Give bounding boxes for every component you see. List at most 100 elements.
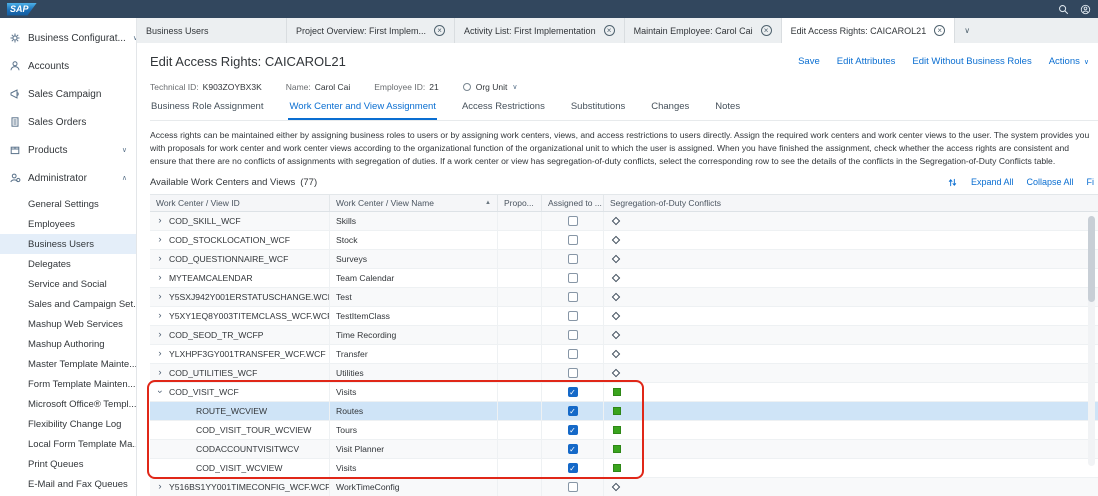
profile-icon[interactable] — [1080, 4, 1091, 15]
tab[interactable]: Project Overview: First Implem... × — [287, 18, 455, 43]
table-toolbar-link[interactable]: Expand All — [971, 177, 1014, 187]
table-row[interactable]: CODACCOUNTVISITWCV Visit Planner — [150, 440, 1098, 459]
tab[interactable]: Edit Access Rights: CAICAROL21 × — [782, 18, 956, 43]
header-action-button[interactable]: Save ∨ — [798, 56, 820, 67]
table-row[interactable]: MYTEAMCALENDAR Team Calendar — [150, 269, 1098, 288]
sidebar-subitem[interactable]: Master Template Mainte... — [0, 354, 136, 374]
close-icon[interactable]: × — [761, 25, 772, 36]
tab[interactable]: Maintain Employee: Carol Cai × — [625, 18, 782, 43]
table-row[interactable]: COD_STOCKLOCATION_WCF Stock — [150, 231, 1098, 250]
header-action-button[interactable]: Edit Without Business Roles ∨ — [912, 56, 1031, 67]
column-header[interactable]: Assigned to ... — [542, 195, 604, 211]
table-row[interactable]: COD_SKILL_WCF Skills — [150, 212, 1098, 231]
assigned-checkbox[interactable] — [568, 444, 578, 454]
table-toolbar-link[interactable]: Fi — [1087, 177, 1095, 187]
sidebar-subitem[interactable]: Form Template Mainten... — [0, 374, 136, 394]
sidebar-subitem[interactable]: Service and Social — [0, 274, 136, 294]
subtab[interactable]: Notes — [714, 101, 741, 120]
tab[interactable]: Business Users × — [137, 18, 287, 43]
table-row[interactable]: COD_VISIT_WCVIEW Visits — [150, 459, 1098, 478]
assigned-checkbox[interactable] — [568, 273, 578, 283]
scrollbar-thumb[interactable] — [1088, 216, 1095, 302]
sidebar-subitem[interactable]: General Settings — [0, 194, 136, 214]
expander-icon[interactable] — [156, 216, 164, 226]
close-icon[interactable]: × — [604, 25, 615, 36]
assigned-checkbox[interactable] — [568, 387, 578, 397]
header-action-button[interactable]: Edit Attributes ∨ — [837, 56, 896, 67]
assigned-checkbox[interactable] — [568, 311, 578, 321]
column-header[interactable]: Segregation-of-Duty Conflicts — [604, 195, 1098, 211]
table-header-row: Work Center / View ID Work Center / View… — [150, 194, 1098, 212]
sort-icon[interactable] — [947, 177, 958, 188]
tab-label: Maintain Employee: Carol Cai — [634, 26, 753, 36]
table-row[interactable]: Y516BS1YY001TIMECONFIG_WCF.WCF WorkTimeC… — [150, 478, 1098, 496]
table-row[interactable]: Y5SXJ942Y001ERSTATUSCHANGE.WCF Test — [150, 288, 1098, 307]
table-row[interactable]: ROUTE_WCVIEW Routes — [150, 402, 1098, 421]
expander-icon[interactable] — [156, 330, 164, 340]
sidebar-subitem[interactable]: Mashup Authoring — [0, 334, 136, 354]
expander-icon[interactable] — [156, 254, 164, 264]
expander-icon[interactable] — [156, 387, 164, 397]
close-icon[interactable]: × — [434, 25, 445, 36]
sidebar-item[interactable]: Sales Orders — [0, 108, 136, 136]
sidebar-subitem[interactable]: Business Users — [0, 234, 136, 254]
sidebar-subitem[interactable]: Print Queues — [0, 454, 136, 474]
sidebar-subitem[interactable]: Mashup Web Services — [0, 314, 136, 334]
table-toolbar-link[interactable]: Collapse All — [1026, 177, 1073, 187]
sidebar-item[interactable]: Sales Campaign — [0, 80, 136, 108]
subtab[interactable]: Work Center and View Assignment — [288, 101, 436, 120]
search-icon[interactable] — [1058, 4, 1069, 15]
assigned-checkbox[interactable] — [568, 216, 578, 226]
sidebar-subitem[interactable]: Microsoft Office® Templ... — [0, 394, 136, 414]
expander-icon[interactable] — [156, 273, 164, 283]
sidebar-subitem[interactable]: Delegates — [0, 254, 136, 274]
close-icon[interactable]: × — [934, 25, 945, 36]
table-row[interactable]: COD_UTILITIES_WCF Utilities — [150, 364, 1098, 383]
sidebar-subitem[interactable]: Employees — [0, 214, 136, 234]
table-scrollbar[interactable] — [1088, 216, 1095, 466]
table-row[interactable]: COD_VISIT_WCF Visits — [150, 383, 1098, 402]
assigned-checkbox[interactable] — [568, 330, 578, 340]
assigned-checkbox[interactable] — [568, 254, 578, 264]
sidebar-item[interactable]: Accounts — [0, 52, 136, 80]
table-row[interactable]: Y5XY1EQ8Y003TITEMCLASS_WCF.WCF TestItemC… — [150, 307, 1098, 326]
table-row[interactable]: COD_SEOD_TR_WCFP Time Recording — [150, 326, 1098, 345]
expander-icon[interactable] — [156, 368, 164, 378]
column-header[interactable]: Work Center / View Name — [330, 195, 498, 211]
assigned-checkbox[interactable] — [568, 349, 578, 359]
assigned-checkbox[interactable] — [568, 406, 578, 416]
sidebar-subitem[interactable]: Sales and Campaign Set... — [0, 294, 136, 314]
expander-icon[interactable] — [156, 311, 164, 321]
sidebar-subitem[interactable]: Flexibility Change Log — [0, 414, 136, 434]
assigned-checkbox[interactable] — [568, 463, 578, 473]
subtab[interactable]: Substitutions — [570, 101, 626, 120]
table-row[interactable]: COD_QUESTIONNAIRE_WCF Surveys — [150, 250, 1098, 269]
assigned-checkbox[interactable] — [568, 368, 578, 378]
sidebar-item[interactable]: Products — [0, 136, 136, 164]
sidebar-subitem[interactable]: Local Form Template Ma... — [0, 434, 136, 454]
work-center-view-name: Routes — [330, 402, 498, 420]
table-row[interactable]: YLXHPF3GY001TRANSFER_WCF.WCF Transfer — [150, 345, 1098, 364]
sidebar-subitem[interactable]: E-Mail and Fax Queues — [0, 474, 136, 494]
column-header[interactable]: Work Center / View ID — [150, 195, 330, 211]
sidebar-item[interactable]: Administrator — [0, 164, 136, 192]
header-action-button[interactable]: Actions ∨ — [1049, 56, 1089, 67]
column-header[interactable]: Propo... — [498, 195, 542, 211]
subtab[interactable]: Access Restrictions — [461, 101, 546, 120]
tab[interactable]: Activity List: First Implementation × — [455, 18, 625, 43]
table-row[interactable]: COD_VISIT_TOUR_WCVIEW Tours — [150, 421, 1098, 440]
subtab[interactable]: Changes — [650, 101, 690, 120]
proposed-cell — [498, 269, 542, 287]
expander-icon[interactable] — [156, 349, 164, 359]
assigned-checkbox[interactable] — [568, 235, 578, 245]
assigned-checkbox[interactable] — [568, 425, 578, 435]
sidebar-item[interactable]: Business Configurat... — [0, 24, 136, 52]
subtab[interactable]: Business Role Assignment — [150, 101, 264, 120]
assigned-checkbox[interactable] — [568, 292, 578, 302]
assigned-checkbox[interactable] — [568, 482, 578, 492]
expander-icon[interactable] — [156, 482, 164, 492]
tab-overflow-chevron-icon[interactable]: ∨ — [955, 18, 979, 43]
org-unit-dropdown[interactable]: Org Unit ∨ — [463, 82, 518, 92]
expander-icon[interactable] — [156, 235, 164, 245]
expander-icon[interactable] — [156, 292, 164, 302]
